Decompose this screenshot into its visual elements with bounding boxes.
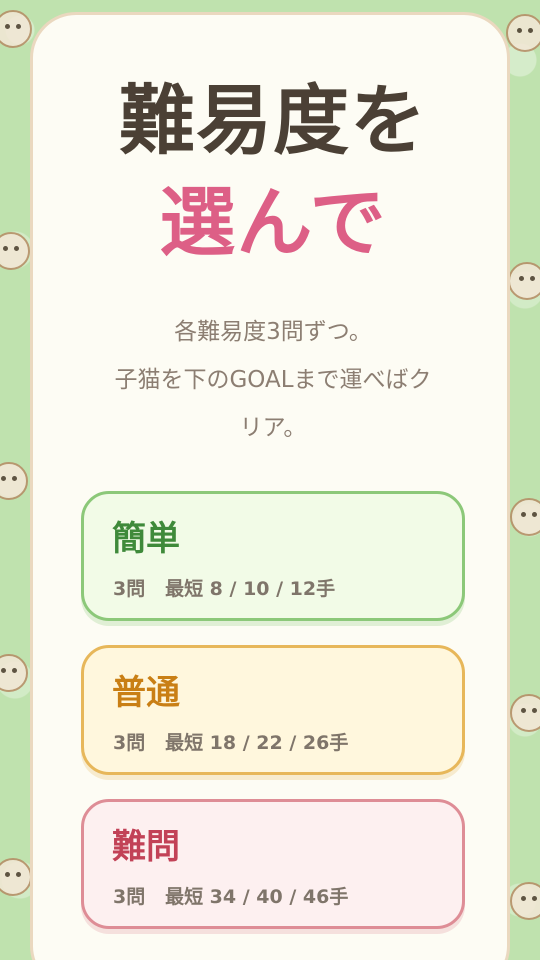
dog-icon xyxy=(510,882,540,920)
difficulty-info: 3問 最短 18 / 22 / 26手 xyxy=(113,732,349,754)
description-line-3: リア。 xyxy=(239,415,307,441)
page-title-line-2: 選んで xyxy=(159,178,387,267)
dog-icon xyxy=(0,858,32,896)
dog-icon xyxy=(0,232,30,270)
description-line-1: 各難易度3問ずつ。 xyxy=(174,319,372,345)
dog-icon xyxy=(510,694,540,732)
dog-icon xyxy=(0,10,32,48)
difficulty-normal-button[interactable]: 普通 3問 最短 18 / 22 / 26手 xyxy=(81,645,465,775)
difficulty-name: 簡単 xyxy=(112,519,180,559)
dog-icon xyxy=(0,462,28,500)
difficulty-name: 難問 xyxy=(112,827,180,867)
difficulty-info: 3問 最短 34 / 40 / 46手 xyxy=(113,886,349,908)
cat-icon xyxy=(0,654,28,692)
difficulty-info: 3問 最短 8 / 10 / 12手 xyxy=(113,578,336,600)
difficulty-hard-button[interactable]: 難問 3問 最短 34 / 40 / 46手 xyxy=(81,799,465,929)
difficulty-easy-button[interactable]: 簡単 3問 最短 8 / 10 / 12手 xyxy=(81,491,465,621)
difficulty-card: 難易度を 選んで 各難易度3問ずつ。 子猫を下のGOALまで運べばク リア。 簡… xyxy=(30,12,510,960)
dog-icon xyxy=(506,14,540,52)
page-title-line-1: 難易度を xyxy=(119,76,427,165)
dog-icon xyxy=(508,262,540,300)
dog-icon xyxy=(510,498,540,536)
description-line-2: 子猫を下のGOALまで運べばク xyxy=(114,367,432,393)
difficulty-name: 普通 xyxy=(112,673,180,713)
